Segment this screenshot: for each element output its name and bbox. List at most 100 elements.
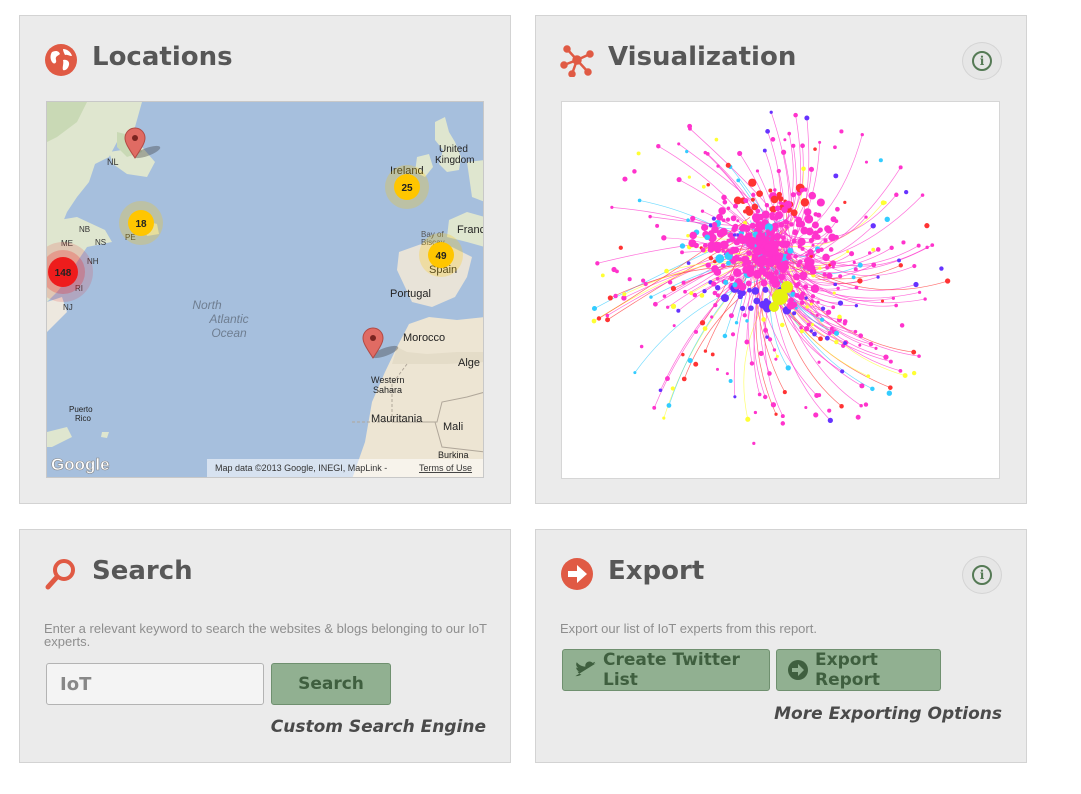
export-title: Export [608, 556, 705, 586]
visualization-info-button[interactable]: i [962, 42, 1002, 80]
graph-nodes [591, 110, 951, 445]
graph-node [888, 359, 893, 364]
map-label-puerto: Puerto [69, 405, 93, 414]
network-graph[interactable] [562, 102, 1000, 479]
graph-node [689, 231, 697, 240]
graph-node [763, 257, 772, 267]
graph-node [871, 247, 876, 252]
graph-node [868, 341, 874, 347]
graph-node [731, 226, 738, 233]
graph-node [776, 191, 783, 198]
graph-node [701, 184, 706, 189]
graph-node [665, 376, 670, 382]
graph-node [676, 177, 682, 183]
graph-node [681, 352, 685, 357]
graph-node [688, 239, 697, 248]
graph-node [887, 385, 893, 390]
graph-node [733, 203, 739, 209]
graph-node [808, 191, 817, 200]
graph-node [790, 192, 796, 198]
graph-node [782, 390, 787, 395]
graph-node [857, 278, 863, 284]
graph-node [711, 216, 716, 221]
cluster-yellow-49[interactable]: 49 [419, 233, 463, 277]
graph-node [830, 260, 837, 267]
graph-node [827, 330, 832, 336]
graph-node [834, 330, 840, 336]
graph-node [736, 219, 740, 223]
graph-node [794, 292, 800, 298]
graph-node [757, 392, 762, 397]
graph-node [746, 270, 754, 278]
graph-node [690, 215, 696, 221]
graph-node [824, 335, 830, 341]
graph-node [797, 237, 806, 246]
graph-node [815, 313, 819, 317]
graph-node [662, 416, 666, 420]
graph-node [686, 218, 690, 222]
graph-node [866, 374, 871, 379]
graph-node [800, 198, 810, 207]
graph-node [793, 112, 798, 118]
cluster-yellow-18[interactable]: 18 [119, 201, 163, 245]
graph-node [840, 369, 845, 374]
graph-node [764, 235, 771, 241]
graph-node [637, 198, 642, 203]
create-twitter-list-button[interactable]: Create Twitter List [562, 649, 770, 691]
graph-node [836, 286, 840, 291]
graph-node [782, 240, 790, 249]
graph-node [770, 195, 779, 204]
graph-node [610, 205, 614, 209]
network-visualization[interactable] [561, 101, 1000, 479]
info-icon: i [972, 565, 992, 585]
graph-node [765, 335, 769, 339]
graph-node [639, 344, 644, 349]
google-logo: Google [51, 455, 110, 474]
export-info-button[interactable]: i [962, 556, 1002, 594]
graph-node [687, 358, 693, 364]
graph-node [925, 245, 929, 250]
graph-node [751, 254, 760, 263]
graph-node [803, 208, 812, 216]
visualization-title: Visualization [608, 42, 797, 72]
cluster-yellow-25[interactable]: 25 [385, 165, 429, 209]
graph-node [793, 254, 798, 259]
graph-node [722, 333, 728, 339]
graph-node [853, 329, 858, 334]
search-input[interactable] [46, 663, 264, 705]
graph-node [801, 166, 806, 172]
graph-node [687, 123, 693, 129]
svg-text:49: 49 [435, 251, 447, 262]
graph-node [783, 138, 787, 142]
graph-node [728, 313, 734, 319]
more-exporting-options-link[interactable]: More Exporting Options [774, 704, 1002, 724]
map-label-france: Franc [457, 224, 484, 236]
graph-node [711, 221, 718, 228]
locations-map[interactable]: NL PE NB NS ME NH RI NJ Ireland United K… [46, 101, 484, 478]
search-button[interactable]: Search [271, 663, 391, 705]
graph-node [843, 341, 847, 345]
graph-node [720, 263, 726, 268]
graph-node [666, 403, 672, 408]
graph-node [764, 203, 770, 208]
graph-node [828, 233, 837, 242]
custom-search-engine-link[interactable]: Custom Search Engine [271, 717, 486, 737]
graph-node [774, 205, 781, 212]
graph-node [652, 301, 658, 307]
graph-node [643, 281, 648, 287]
graph-node [912, 263, 917, 269]
map-terms-link[interactable]: Terms of Use [419, 463, 472, 473]
graph-node [681, 280, 686, 285]
graph-node [700, 209, 705, 213]
graph-node [894, 192, 899, 197]
graph-node [837, 314, 842, 320]
map-label-mauritania: Mauritania [371, 413, 423, 425]
graph-node [833, 145, 837, 150]
graph-node [641, 278, 646, 283]
graph-node [778, 221, 785, 228]
export-report-button[interactable]: Export Report [776, 649, 941, 691]
map-label-western-sahara: Western [371, 375, 404, 385]
graph-node [756, 190, 763, 198]
arrow-circle-icon [561, 558, 593, 590]
graph-node [666, 305, 670, 309]
